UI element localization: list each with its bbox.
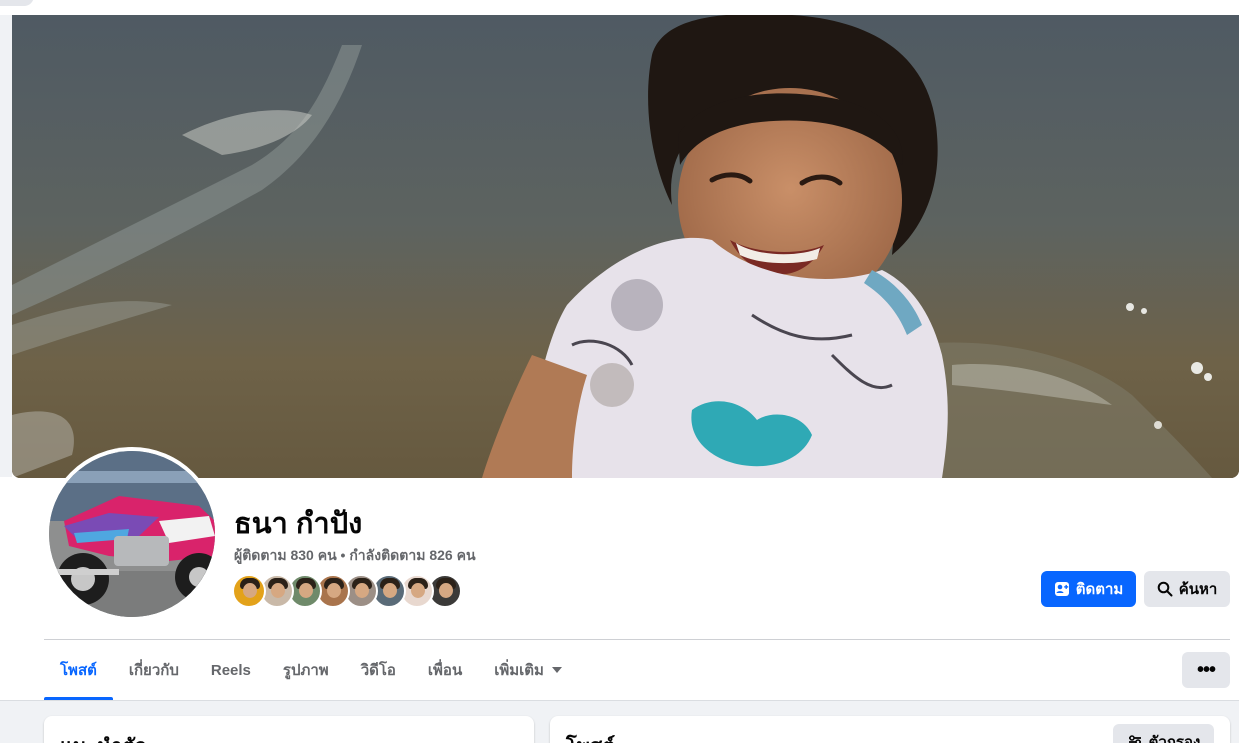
friend-avatar-face bbox=[439, 583, 453, 598]
follow-button[interactable]: ติดตาม bbox=[1041, 571, 1136, 607]
cover-photo[interactable] bbox=[12, 15, 1239, 478]
person-add-icon bbox=[1054, 582, 1069, 596]
profile-name: ธนา กำปัง bbox=[234, 508, 363, 540]
intro-card: แนะนำตัว bbox=[44, 716, 534, 743]
friend-avatar-face bbox=[411, 583, 425, 598]
profile-avatar-image bbox=[49, 451, 215, 617]
friend-avatar[interactable] bbox=[232, 574, 266, 608]
tab-reels[interactable]: Reels bbox=[195, 640, 267, 700]
friend-avatar-face bbox=[299, 583, 313, 598]
profile-avatar[interactable] bbox=[45, 447, 219, 621]
filter-button[interactable]: ตัวกรอง bbox=[1113, 724, 1214, 743]
top-bar bbox=[0, 0, 1239, 15]
tab-label: เพิ่มเติม bbox=[494, 662, 544, 679]
more-options-button[interactable]: ••• bbox=[1182, 652, 1230, 688]
tab-friends[interactable]: เพื่อน bbox=[412, 640, 478, 700]
friend-avatar-face bbox=[243, 583, 257, 598]
search-button-label: ค้นหา bbox=[1178, 581, 1218, 598]
intro-card-title: แนะนำตัว bbox=[60, 730, 146, 743]
caret-down-icon bbox=[551, 667, 562, 673]
tab-videos[interactable]: วิดีโอ bbox=[345, 640, 412, 700]
tab-label: วิดีโอ bbox=[360, 662, 396, 679]
tab-label: เพื่อน bbox=[427, 662, 463, 679]
more-dots-icon: ••• bbox=[1196, 658, 1216, 681]
tab-label: เกี่ยวกับ bbox=[128, 662, 179, 679]
posts-card-title: โพสต์ bbox=[566, 730, 615, 743]
follow-button-label: ติดตาม bbox=[1075, 581, 1124, 598]
tab-photos[interactable]: รูปภาพ bbox=[267, 640, 345, 700]
follower-count[interactable]: ผู้ติดตาม 830 คน • กำลังติดตาม 826 คน bbox=[234, 545, 476, 567]
tab-posts[interactable]: โพสต์ bbox=[44, 640, 113, 700]
friend-avatar-face bbox=[327, 583, 341, 598]
profile-tabs: โพสต์ เกี่ยวกับ Reels รูปภาพ วิดีโอ เพื่อน เพิ… bbox=[44, 640, 578, 700]
page-background-edge bbox=[0, 15, 12, 477]
search-icon bbox=[1157, 581, 1173, 597]
tab-label: Reels bbox=[210, 661, 251, 679]
friend-avatar-face bbox=[271, 583, 285, 598]
mutual-friends-avatars bbox=[232, 574, 462, 608]
friend-avatar-face bbox=[355, 583, 369, 598]
tab-about[interactable]: เกี่ยวกับ bbox=[113, 640, 195, 700]
search-button[interactable]: ค้นหา bbox=[1144, 571, 1230, 607]
filter-sliders-icon bbox=[1128, 735, 1141, 743]
top-bar-search-pill[interactable] bbox=[0, 0, 34, 6]
tab-more[interactable]: เพิ่มเติม bbox=[478, 640, 578, 700]
filter-button-label: ตัวกรอง bbox=[1148, 734, 1201, 743]
friend-avatar-face bbox=[383, 583, 397, 598]
cover-photo-image bbox=[12, 15, 1239, 478]
tab-label: รูปภาพ bbox=[282, 662, 329, 679]
tab-label: โพสต์ bbox=[60, 662, 97, 679]
